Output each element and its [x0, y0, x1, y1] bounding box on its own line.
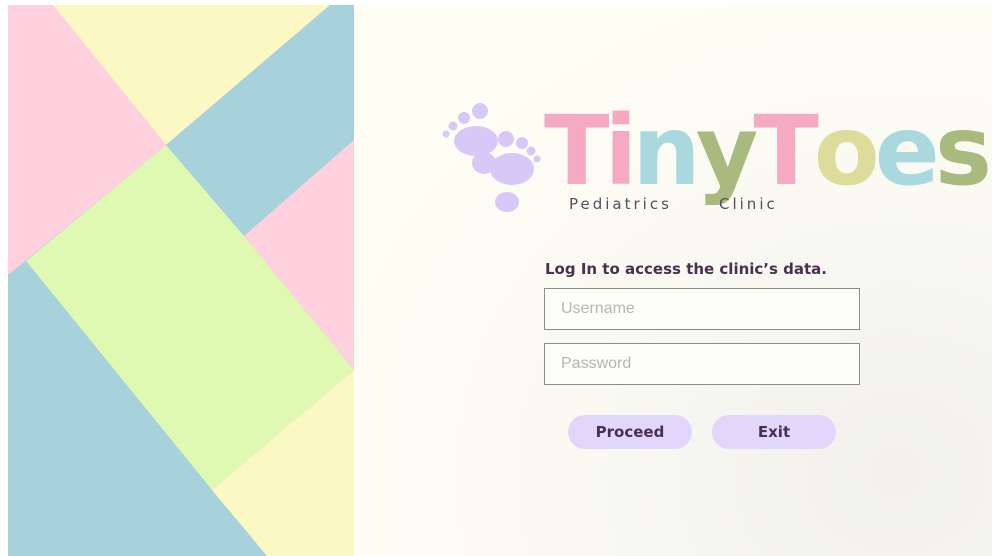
subtitle-clinic: Clinic: [719, 195, 778, 213]
footprint-icon: [442, 103, 541, 212]
clinic-name: TinyToes: [544, 95, 992, 207]
title-letter: s: [934, 95, 992, 207]
subtitle-pediatrics: Pediatrics: [569, 195, 672, 213]
title-letter: e: [874, 95, 940, 207]
geometric-pattern: [8, 5, 354, 556]
password-input[interactable]: [544, 343, 860, 385]
title-letter: T: [544, 95, 610, 207]
proceed-button[interactable]: Proceed: [568, 415, 692, 449]
exit-button[interactable]: Exit: [712, 415, 836, 449]
login-panel: TinyToes Pediatrics Clinic Log In to acc…: [354, 5, 992, 556]
title-letter: i: [604, 95, 637, 207]
title-letter: y: [695, 95, 759, 207]
login-heading: Log In to access the clinic’s data.: [545, 260, 827, 278]
title-letter: n: [632, 95, 700, 207]
decorative-pattern-panel: [8, 5, 354, 556]
title-letter: T: [753, 95, 819, 207]
login-window: TinyToes Pediatrics Clinic Log In to acc…: [8, 5, 992, 556]
title-letter: o: [813, 95, 880, 207]
username-input[interactable]: [544, 288, 860, 330]
clinic-logo: TinyToes Pediatrics Clinic: [434, 101, 992, 221]
